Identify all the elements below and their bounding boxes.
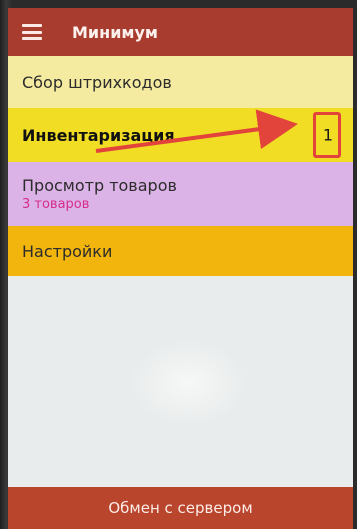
screen-glare xyxy=(128,338,248,428)
menu-item-inventory[interactable]: Инвентаризация 1 xyxy=(8,108,353,162)
app-screen: Минимум Сбор штрихкодов Инвентаризация 1… xyxy=(8,8,353,529)
exchange-with-server-button[interactable]: Обмен с сервером xyxy=(8,487,353,529)
app-bar: Минимум xyxy=(8,8,353,56)
menu-item-label: Инвентаризация xyxy=(22,125,175,145)
menu-item-view-products[interactable]: Просмотр товаров 3 товаров xyxy=(8,162,353,226)
products-count-subtitle: 3 товаров xyxy=(22,197,90,212)
annotation-highlight-box xyxy=(313,112,341,158)
menu-item-label: Сбор штрихкодов xyxy=(22,72,172,92)
menu-item-label: Просмотр товаров xyxy=(22,176,177,195)
app-title: Минимум xyxy=(72,22,158,42)
main-menu: Сбор штрихкодов Инвентаризация 1 Просмот… xyxy=(8,56,353,276)
menu-item-barcode-collection[interactable]: Сбор штрихкодов xyxy=(8,56,353,108)
hamburger-menu-icon[interactable] xyxy=(22,24,42,40)
menu-item-settings[interactable]: Настройки xyxy=(8,226,353,276)
menu-item-label: Настройки xyxy=(22,241,113,261)
